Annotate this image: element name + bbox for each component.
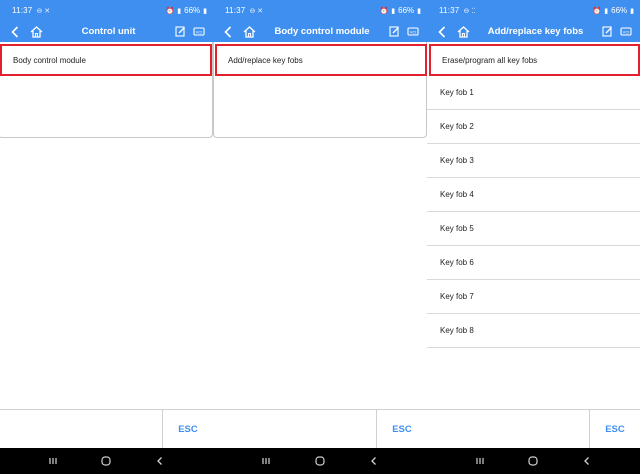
signal-icon: ▮ <box>391 7 396 15</box>
battery-level: 66% <box>611 6 628 15</box>
nav-home-icon[interactable] <box>96 451 116 471</box>
screen-add-replace-key-fobs: 11:37 ⊖ ⁚⁚ ⏰ ▮ 66% ▮ Add/replace key fob… <box>427 0 640 474</box>
list-item-key-fob-8[interactable]: Key fob 8 <box>427 314 640 348</box>
menu-list: Add/replace key fobs <box>213 42 427 76</box>
battery-level: 66% <box>398 6 415 15</box>
signal-icon: ▮ <box>604 7 609 15</box>
chevron-left-icon[interactable] <box>6 25 24 38</box>
android-nav-bar <box>427 448 640 474</box>
list-item-label: Key fob 5 <box>440 224 474 233</box>
list-item-key-fob-3[interactable]: Key fob 3 <box>427 144 640 178</box>
recents-icon[interactable] <box>43 451 63 471</box>
list-item-label: Key fob 6 <box>440 258 474 267</box>
battery-level: 66% <box>184 6 201 15</box>
menu-list: Body control module <box>0 42 213 76</box>
list-item-label: Key fob 8 <box>440 326 474 335</box>
alarm-icon: ⏰ <box>379 7 389 15</box>
list-item-label: Erase/program all key fobs <box>442 55 538 65</box>
nav-back-icon[interactable] <box>364 451 384 471</box>
nav-home-icon[interactable] <box>310 451 330 471</box>
footer-bar: ESC <box>213 409 427 449</box>
status-left-icons: ⊖ ✕ <box>249 7 264 15</box>
list-item-key-fob-7[interactable]: Key fob 7 <box>427 280 640 314</box>
edit-icon[interactable] <box>171 26 189 37</box>
vci-connector-icon[interactable]: VCI <box>616 26 636 37</box>
battery-icon: ▮ <box>630 7 634 15</box>
battery-icon: ▮ <box>203 7 207 15</box>
status-bar: 11:37 ⊖ ⁚⁚ ⏰ ▮ 66% ▮ <box>427 0 640 21</box>
signal-icon: ▮ <box>177 7 182 15</box>
status-right-icons: ⏰ ▮ 66% ▮ <box>380 6 421 15</box>
status-time: 11:37 <box>12 6 33 15</box>
footer-bar: ESC <box>427 409 640 449</box>
alarm-icon: ⏰ <box>592 7 602 15</box>
status-bar: 11:37 ⊖ ✕ ⏰ ▮ 66% ▮ <box>213 0 427 21</box>
recents-icon[interactable] <box>470 451 490 471</box>
list-item-erase-program-all[interactable]: Erase/program all key fobs <box>429 44 640 76</box>
android-nav-bar <box>213 448 427 474</box>
list-item-add-replace-key-fobs[interactable]: Add/replace key fobs <box>215 44 427 76</box>
list-item-key-fob-2[interactable]: Key fob 2 <box>427 110 640 144</box>
nav-home-icon[interactable] <box>523 451 543 471</box>
footer-bar: ESC <box>0 409 213 449</box>
list-item-body-control-module[interactable]: Body control module <box>0 44 212 76</box>
home-icon[interactable] <box>26 25 46 38</box>
screens-container: 11:37 ⊖ ✕ ⏰ ▮ 66% ▮ Control unit VCI Bod… <box>0 0 640 474</box>
chevron-left-icon[interactable] <box>433 25 451 38</box>
svg-text:VCI: VCI <box>410 29 417 34</box>
page-title: Control unit <box>81 26 136 37</box>
menu-list: Erase/program all key fobs Key fob 1 Key… <box>427 42 640 348</box>
list-item-key-fob-4[interactable]: Key fob 4 <box>427 178 640 212</box>
list-item-label: Key fob 4 <box>440 190 474 199</box>
list-item-key-fob-1[interactable]: Key fob 1 <box>427 76 640 110</box>
page-title: Add/replace key fobs <box>487 26 584 37</box>
list-item-key-fob-6[interactable]: Key fob 6 <box>427 246 640 280</box>
status-bar: 11:37 ⊖ ✕ ⏰ ▮ 66% ▮ <box>0 0 213 21</box>
list-item-label: Key fob 7 <box>440 292 474 301</box>
vci-connector-icon[interactable]: VCI <box>403 26 423 37</box>
recents-icon[interactable] <box>256 451 276 471</box>
screen-control-unit: 11:37 ⊖ ✕ ⏰ ▮ 66% ▮ Control unit VCI Bod… <box>0 0 213 474</box>
status-left-icons: ⊖ ✕ <box>36 7 51 15</box>
app-bar: Control unit VCI <box>0 21 213 42</box>
edit-icon[interactable] <box>598 26 616 37</box>
svg-text:VCI: VCI <box>196 29 203 34</box>
status-time: 11:37 <box>225 6 246 15</box>
page-title: Body control module <box>274 26 370 37</box>
screen-body-control-module: 11:37 ⊖ ✕ ⏰ ▮ 66% ▮ Body control module … <box>213 0 427 474</box>
home-icon[interactable] <box>239 25 259 38</box>
status-right-icons: ⏰ ▮ 66% ▮ <box>593 6 634 15</box>
nav-back-icon[interactable] <box>150 451 170 471</box>
list-item-label: Key fob 3 <box>440 156 474 165</box>
status-left-icons: ⊖ ⁚⁚ <box>463 7 476 15</box>
app-bar: Add/replace key fobs VCI <box>427 21 640 42</box>
list-item-key-fob-5[interactable]: Key fob 5 <box>427 212 640 246</box>
home-icon[interactable] <box>453 25 473 38</box>
chevron-left-icon[interactable] <box>219 25 237 38</box>
list-item-label: Add/replace key fobs <box>228 55 303 65</box>
edit-icon[interactable] <box>385 26 403 37</box>
list-item-label: Key fob 2 <box>440 122 474 131</box>
list-item-label: Body control module <box>13 55 86 65</box>
esc-button[interactable]: ESC <box>376 410 427 449</box>
vci-connector-icon[interactable]: VCI <box>189 26 209 37</box>
app-bar: Body control module VCI <box>213 21 427 42</box>
android-nav-bar <box>0 448 213 474</box>
alarm-icon: ⏰ <box>165 7 175 15</box>
nav-back-icon[interactable] <box>577 451 597 471</box>
esc-button[interactable]: ESC <box>589 410 640 449</box>
battery-icon: ▮ <box>417 7 421 15</box>
status-right-icons: ⏰ ▮ 66% ▮ <box>166 6 207 15</box>
list-item-label: Key fob 1 <box>440 88 474 97</box>
esc-button[interactable]: ESC <box>162 410 213 449</box>
svg-text:VCI: VCI <box>623 29 630 34</box>
status-time: 11:37 <box>439 6 460 15</box>
